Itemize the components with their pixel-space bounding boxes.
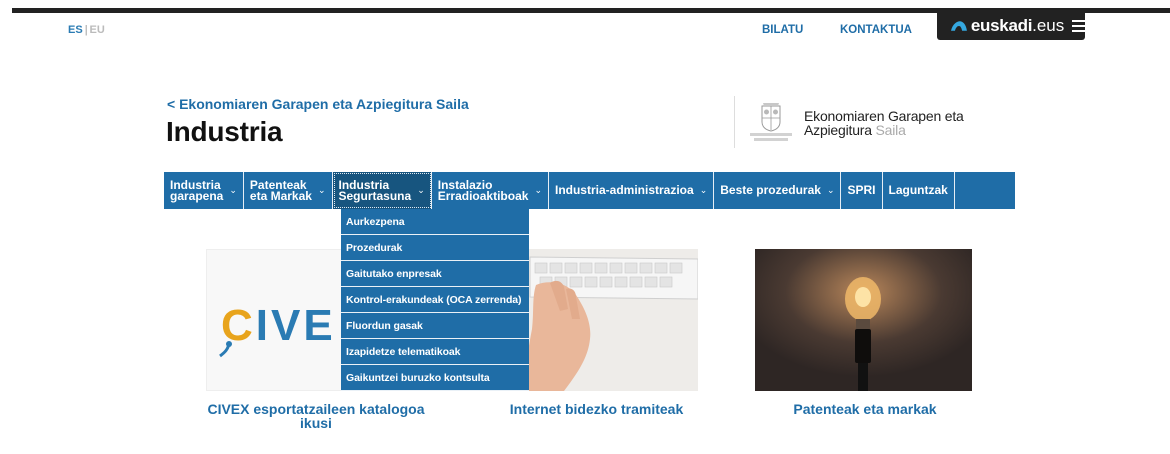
lightbulb-photo [755, 249, 972, 391]
language-switcher: ES | EU [68, 24, 105, 36]
department-name[interactable]: Ekonomiaren Garapen eta Azpiegitura Sail… [804, 109, 964, 137]
nav-item-beste-prozedurak[interactable]: Beste prozedurak ⌄ [714, 172, 842, 209]
department-saila: Saila [875, 122, 906, 138]
chevron-down-icon: ⌄ [317, 185, 326, 195]
nav-item-instalazio-erradioaktiboak[interactable]: Instalazio Erradioaktiboak ⌄ [432, 172, 549, 209]
nav-label-line2: eta Markak [249, 188, 312, 203]
nav-item-industria-garapena[interactable]: Industria garapena ⌄ [164, 172, 244, 209]
contact-link[interactable]: KONTAKTUA [840, 24, 912, 36]
breadcrumb-back-link[interactable]: < Ekonomiaren Garapen eta Azpiegitura Sa… [167, 96, 469, 112]
lang-es-link[interactable]: ES [68, 24, 83, 36]
dropdown-item-fluordun-gasak[interactable]: Fluordun gasak [341, 313, 529, 339]
page-title: Industria [166, 116, 283, 147]
header-divider [734, 96, 735, 148]
caption-line1: CIVEX esportatzaileen katalogoa [207, 401, 425, 417]
nav-label-line2: garapena [170, 188, 224, 203]
nav-item-industria-administrazioa[interactable]: Industria-administrazioa ⌄ [549, 172, 715, 209]
nav-label: Industria-administrazioa [554, 183, 694, 197]
basque-government-emblem-icon [748, 102, 794, 144]
nav-label-line2: Segurtasuna [338, 188, 412, 203]
patenteak-card-image[interactable] [755, 249, 972, 391]
nav-label: SPRI [847, 183, 876, 197]
nav-label-line2: Erradioaktiboak [437, 188, 529, 203]
caption-line2: ikusi [300, 415, 332, 431]
euskadi-logo-icon [951, 21, 967, 31]
chevron-down-icon: ⌄ [229, 185, 237, 195]
nav-label: Beste prozedurak [720, 183, 821, 197]
nav-item-spri[interactable]: SPRI [841, 172, 883, 209]
dropdown-item-gaitutako-enpresak[interactable]: Gaitutako enpresak [341, 261, 529, 287]
internet-tramiteak-card-caption[interactable]: Internet bidezko tramiteak [484, 402, 709, 416]
euskadi-tld: .eus [1032, 16, 1065, 35]
search-link[interactable]: BILATU [762, 24, 803, 36]
nav-item-laguntzak[interactable]: Laguntzak [883, 172, 955, 209]
chevron-down-icon: ⌄ [699, 185, 708, 195]
department-name-line1: Ekonomiaren Garapen eta [804, 108, 964, 124]
nav-item-patenteak[interactable]: Patenteak eta Markak ⌄ [244, 172, 333, 209]
civex-card-caption[interactable]: CIVEX esportatzaileen katalogoa ikusi [196, 402, 436, 430]
lang-separator: | [84, 24, 88, 36]
patenteak-card-caption[interactable]: Patenteak eta markak [760, 402, 970, 416]
nav-item-industria-segurtasuna[interactable]: Industria Segurtasuna ⌄ [332, 172, 432, 209]
dropdown-item-kontrol-erakundeak[interactable]: Kontrol-erakundeak (OCA zerrenda) [341, 287, 529, 313]
industria-segurtasuna-dropdown: Aurkezpena Prozedurak Gaitutako enpresak… [341, 209, 529, 391]
euskadi-brand: euskadi [970, 16, 1033, 35]
dropdown-item-gaikuntzei-kontsulta[interactable]: Gaikuntzei buruzko kontsulta [341, 365, 529, 391]
department-name-line2: Azpiegitura [804, 122, 872, 138]
nav-label: Laguntzak [888, 183, 948, 197]
chevron-down-icon: ⌄ [534, 185, 542, 195]
chevron-down-icon: ⌄ [826, 185, 835, 195]
hamburger-menu-icon[interactable] [1072, 20, 1085, 32]
svg-text:CIVE: CIVE [221, 301, 336, 350]
lang-eu-link[interactable]: EU [90, 24, 105, 36]
dropdown-item-prozedurak[interactable]: Prozedurak [341, 235, 529, 261]
euskadi-portal-bar[interactable]: euskadi .eus [937, 12, 1085, 40]
dropdown-item-aurkezpena[interactable]: Aurkezpena [341, 209, 529, 235]
main-navigation: Industria garapena ⌄ Patenteak eta Markak … [164, 172, 1015, 209]
chevron-down-icon: ⌄ [417, 185, 425, 195]
dropdown-item-izapidetze-telematikoak[interactable]: Izapidetze telematikoak [341, 339, 529, 365]
